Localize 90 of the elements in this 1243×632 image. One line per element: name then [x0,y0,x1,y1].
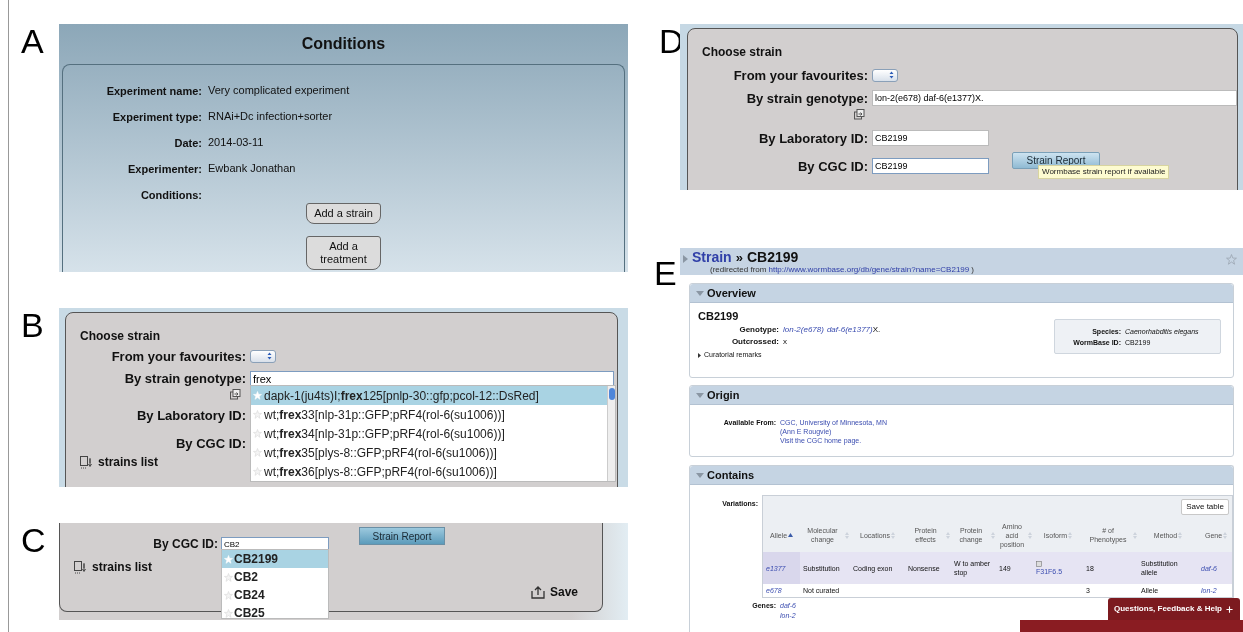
star-icon [224,590,233,600]
breadcrumb-link[interactable]: Strain [692,250,732,265]
star-icon [253,410,262,419]
list-download-icon [80,455,94,469]
star-icon [253,429,262,438]
field-label: From your favourites: [111,349,246,364]
genotype-link[interactable]: lon-2(e678) [783,324,824,336]
field-label: By CGC ID: [175,436,246,451]
sort-icon[interactable] [1068,531,1073,539]
star-icon [224,554,233,564]
panel-letter: B [21,306,44,344]
section-title: Origin [707,387,740,403]
field-value: RNAi+Dc infection+sorter [208,108,333,124]
panel-letter: A [21,22,44,60]
field-label: Experiment type: [112,111,202,123]
list-download-icon [74,560,88,574]
star-icon [253,448,262,457]
redirect-note: ) [971,265,974,274]
info-icon[interactable] [1036,560,1042,567]
feedback-button[interactable]: Questions, Feedback & Help [1107,598,1240,620]
field-label: Conditions: [140,189,202,201]
field-label: By strain genotype: [124,371,246,386]
collapse-icon [696,472,704,478]
upload-icon [530,585,545,599]
favourites-select[interactable] [250,349,276,363]
sort-icon[interactable] [1178,531,1183,539]
page-title: CB2199 [746,250,799,265]
suggestion-item[interactable]: dapk-1(ju4ts)I;frex125[pnlp-30::gfp;pcol-12::DsRed] [251,386,607,405]
panel-title: Conditions [301,34,386,54]
suggestion-text: wt;frex33[nlp-31p::GFP;pRF4(rol-6(su1006))] [264,406,505,424]
panel-letter: E [654,254,677,292]
updown-icon [267,352,272,360]
field-label: Outcrossed: [731,337,779,346]
section-header[interactable]: Origin [690,386,1233,405]
breadcrumb-separator: » [735,250,743,265]
star-icon [224,572,233,582]
field-label: Experimenter: [128,163,202,175]
suggestion-text: wt;frex34[nlp-31p::GFP;pRF4(rol-6(su1006))] [264,425,505,443]
strains-list-link[interactable]: strains list [92,558,153,576]
field-label: By CGC ID: [797,159,868,174]
collapse-icon [696,290,704,296]
favourites-select[interactable] [872,68,898,82]
field-value: Ewbank Jonathan [208,160,296,176]
copy-icon[interactable] [854,109,865,120]
plus-icon [1225,604,1234,614]
star-icon[interactable] [1226,254,1237,265]
expand-icon[interactable] [698,352,701,358]
tooltip: Wormbase strain report if available [1038,165,1170,179]
section-title: Contains [707,467,755,483]
save-table-button[interactable]: Save table [1181,499,1229,515]
sort-up-icon[interactable] [788,533,794,537]
field-label: Experiment name: [106,85,202,97]
field-label: By strain genotype: [746,91,868,106]
suggestion-text: wt;frex36[plys-8::GFP;pRF4(rol-6(su1006))] [264,463,497,481]
sort-icon[interactable] [1223,531,1228,539]
field-value: Very complicated experiment [208,82,350,98]
redirect-note: (redirected from [710,265,767,274]
panel-letter: C [21,521,46,559]
section-header[interactable]: Overview [690,284,1233,303]
star-icon [253,467,262,476]
collapse-icon [696,392,704,398]
save-button[interactable]: Save [549,583,578,601]
field-label: By Laboratory ID: [136,408,246,423]
cgc-id-field[interactable]: CB2199 [872,158,989,174]
field-label: By Laboratory ID: [758,131,868,146]
field-label: Genotype: [739,325,779,334]
field-label: Date: [174,137,202,149]
lab-id-field[interactable]: CB2199 [872,130,989,146]
suggestion-text: dapk-1(ju4ts)I;frex125[pnlp-30::gfp;pcol-12::DsRed] [264,387,539,405]
add-button[interactable]: Add a strain [306,203,381,224]
strain-name: CB2199 [698,309,740,324]
strains-list-link[interactable]: strains list [98,453,159,471]
suggestion-item[interactable]: CB2199 [222,550,328,568]
section-heading: Choose strain [702,45,782,59]
star-icon [253,391,262,400]
updown-icon [889,71,894,79]
field-value: 2014-03-11 [208,134,264,150]
redirect-link[interactable]: http://www.wormbase.org/db/gene/strain?name=CB2199 [768,265,970,274]
copy-icon[interactable] [230,389,241,400]
suggestion-text: wt;frex35[plys-8::GFP;pRF4(rol-6(su1006))] [264,444,497,462]
strain-report-button[interactable]: Strain Report [359,527,445,545]
add-button[interactable]: Add a treatment [306,236,381,270]
section-title: Overview [707,285,756,301]
section-heading: Choose strain [80,329,160,343]
field-label: From your favourites: [733,68,868,83]
field-label: By CGC ID: [153,537,218,551]
genotype-link[interactable]: daf-6(e1377) [826,324,873,336]
field-value: x [783,336,787,348]
genotype-field[interactable]: lon-2(e678) daf-6(e1377)X. [872,90,1237,106]
section-header[interactable]: Contains [690,466,1233,485]
